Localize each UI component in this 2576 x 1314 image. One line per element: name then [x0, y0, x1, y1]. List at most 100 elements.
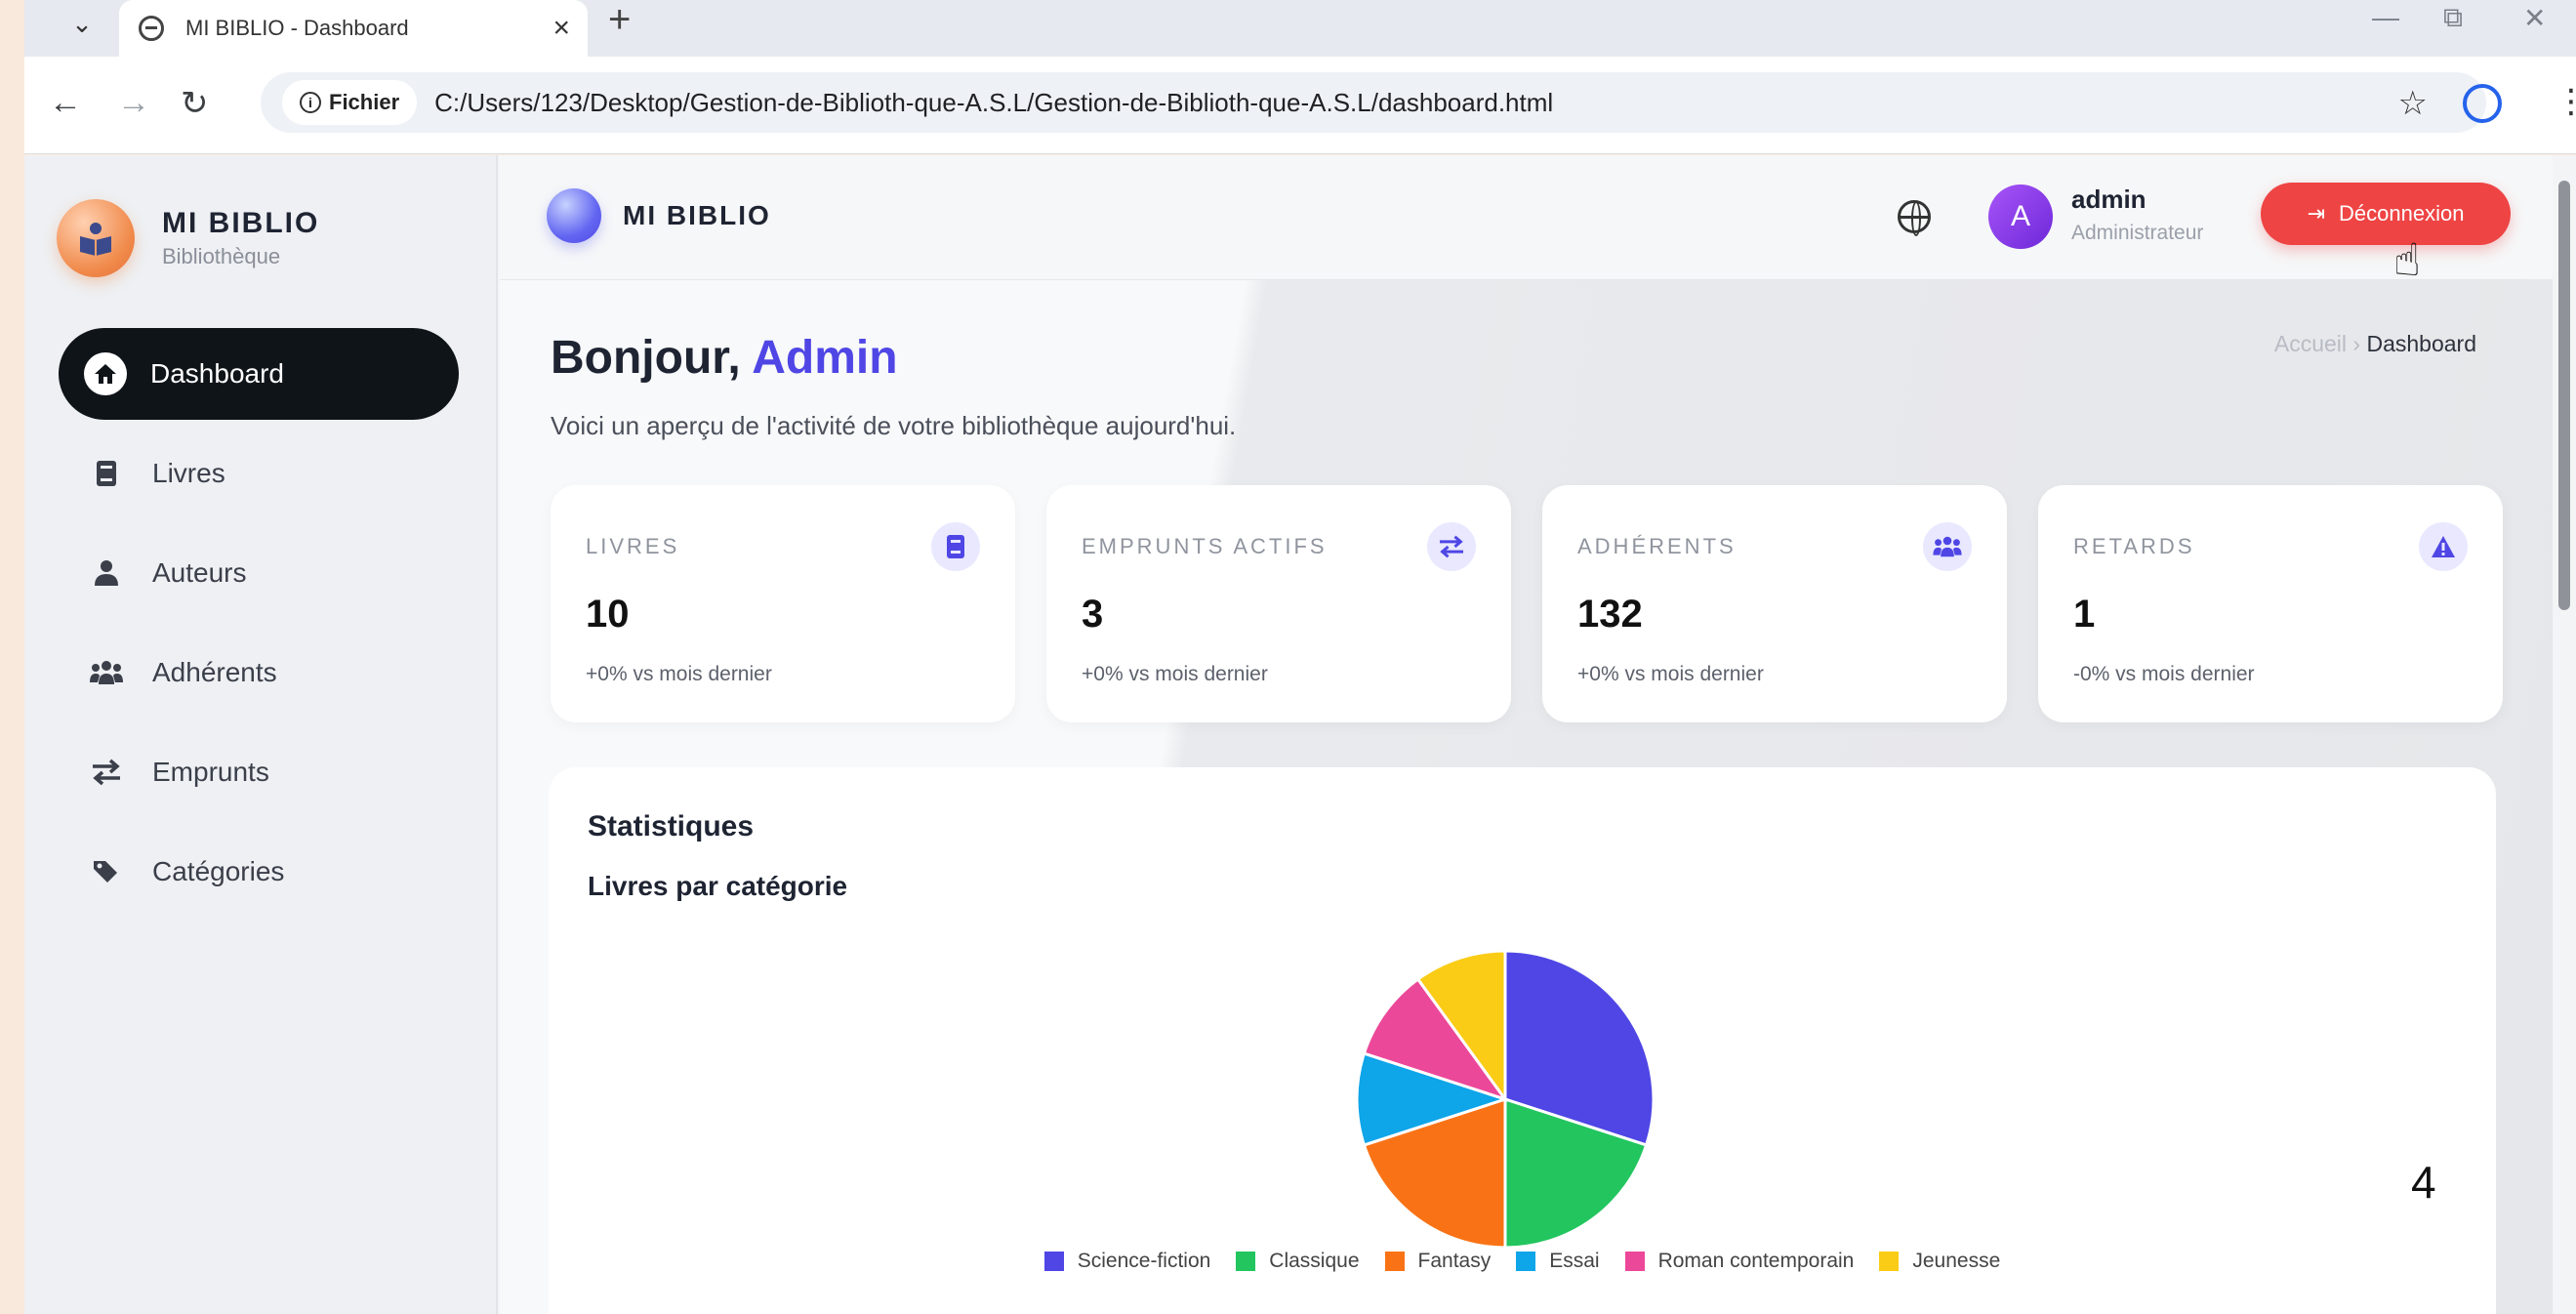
- stat-label: RETARDS: [2073, 534, 2195, 558]
- restore-icon[interactable]: ⧉: [2443, 2, 2463, 34]
- browser-tab[interactable]: MI BIBLIO - Dashboard ×: [119, 0, 588, 57]
- sidebar-item-auteurs[interactable]: Auteurs: [59, 527, 459, 619]
- page-title: Bonjour, Admin: [551, 331, 898, 385]
- brand-name: MI BIBLIO: [162, 207, 320, 239]
- breadcrumb: Accueil › Dashboard: [2274, 331, 2476, 357]
- main-content: MI BIBLIO A admin Administrateur ⇥ Décon…: [500, 155, 2553, 1314]
- stat-trend: +0% vs mois dernier: [1577, 663, 1764, 685]
- page-number: 4: [2411, 1157, 2436, 1208]
- sidebar-brand[interactable]: MI BIBLIO Bibliothèque: [57, 199, 319, 277]
- stat-trend: -0% vs mois dernier: [2073, 663, 2255, 685]
- avatar[interactable]: A: [1988, 185, 2053, 249]
- exchange-icon: [88, 754, 125, 791]
- legend-item[interactable]: Jeunesse: [1879, 1250, 2000, 1273]
- stat-value: 1: [2073, 593, 2096, 636]
- page-scrollbar[interactable]: [2553, 155, 2576, 1314]
- stat-trend: +0% vs mois dernier: [1082, 663, 1268, 685]
- legend-item[interactable]: Roman contemporain: [1624, 1250, 1855, 1273]
- exchange-icon: [1427, 522, 1476, 571]
- statistics-card: Statistiques Livres par catégorie Scienc…: [549, 767, 2496, 1314]
- category-pie-chart: [1355, 949, 1656, 1250]
- warning-icon: [2419, 522, 2468, 571]
- stat-value: 3: [1082, 593, 1104, 636]
- tab-list-chevron-icon[interactable]: ⌄: [57, 0, 107, 47]
- bookmark-star-icon[interactable]: ☆: [2398, 84, 2428, 123]
- legend-swatch: [1879, 1252, 1900, 1271]
- legend-label: Science-fiction: [1077, 1250, 1211, 1272]
- users-icon: [88, 654, 125, 691]
- legend-label: Classique: [1269, 1250, 1360, 1272]
- sidebar-item-livres[interactable]: Livres: [59, 428, 459, 519]
- logout-label: Déconnexion: [2339, 201, 2465, 226]
- sidebar-item-adherents[interactable]: Adhérents: [59, 627, 459, 719]
- legend-label: Roman contemporain: [1657, 1250, 1855, 1272]
- stat-card-emprunts[interactable]: EMPRUNTS ACTIFS 3 +0% vs mois dernier: [1046, 485, 1511, 722]
- stat-value: 132: [1577, 593, 1643, 636]
- breadcrumb-home[interactable]: Accueil: [2274, 331, 2347, 356]
- legend-item[interactable]: Classique: [1236, 1250, 1360, 1273]
- stat-card-livres[interactable]: LIVRES 10 +0% vs mois dernier: [551, 485, 1015, 722]
- minimize-icon[interactable]: —: [2372, 2, 2399, 33]
- legend-item[interactable]: Science-fiction: [1043, 1250, 1211, 1273]
- topbar: MI BIBLIO A admin Administrateur ⇥ Décon…: [500, 155, 2553, 285]
- window-close-icon[interactable]: ✕: [2523, 2, 2546, 34]
- back-arrow-icon[interactable]: ←: [49, 84, 82, 122]
- legend-swatch: [1236, 1252, 1256, 1271]
- chart-legend: Science-fiction Classique Fantasy Essai Roma…: [549, 1250, 2496, 1273]
- topbar-brand-name: MI BIBLIO: [623, 200, 771, 230]
- book-icon: [931, 522, 980, 571]
- legend-label: Fantasy: [1417, 1250, 1492, 1272]
- greeting-name: Admin: [752, 332, 898, 384]
- scrollbar-thumb[interactable]: [2558, 181, 2570, 610]
- legend-label: Jeunesse: [1912, 1250, 2001, 1272]
- book-icon: [88, 455, 125, 492]
- legend-item[interactable]: Essai: [1516, 1250, 1600, 1273]
- brand-orb-icon: [547, 188, 601, 243]
- breadcrumb-current: Dashboard: [2366, 331, 2476, 356]
- site-info-chip[interactable]: i Fichier: [282, 80, 418, 125]
- stat-value: 10: [586, 593, 630, 636]
- address-field[interactable]: i Fichier C:/Users/123/Desktop/Gestion-d…: [261, 72, 2486, 133]
- sidebar-item-emprunts[interactable]: Emprunts: [59, 726, 459, 818]
- url-text[interactable]: C:/Users/123/Desktop/Gestion-de-Biblioth…: [434, 88, 1553, 118]
- legend-swatch: [1516, 1252, 1536, 1271]
- logout-button[interactable]: ⇥ Déconnexion: [2261, 183, 2511, 245]
- profile-icon[interactable]: [2463, 84, 2502, 123]
- legend-swatch: [1043, 1252, 1064, 1271]
- sidebar-item-categories[interactable]: Catégories: [59, 826, 459, 918]
- legend-label: Essai: [1549, 1250, 1600, 1272]
- reload-icon[interactable]: ↻: [181, 84, 209, 123]
- page-subtitle: Voici un aperçu de l'activité de votre b…: [551, 411, 1237, 440]
- sidebar: MI BIBLIO Bibliothèque Dashboard Livres: [24, 155, 498, 1314]
- stat-card-retards[interactable]: RETARDS 1 -0% vs mois dernier: [2038, 485, 2503, 722]
- home-icon: [84, 352, 127, 395]
- greeting-prefix: Bonjour,: [551, 332, 741, 384]
- address-bar-row: ← → ↻ i Fichier C:/Users/123/Desktop/Ges…: [24, 57, 2576, 154]
- app-viewport: MI BIBLIO Bibliothèque Dashboard Livres: [24, 155, 2553, 1314]
- sidebar-item-label: Livres: [152, 458, 225, 488]
- legend-item[interactable]: Fantasy: [1384, 1250, 1492, 1273]
- tab-close-icon[interactable]: ×: [552, 12, 570, 45]
- hand-cursor-icon: ☝: [2393, 234, 2422, 285]
- stat-label: EMPRUNTS ACTIFS: [1082, 534, 1328, 558]
- sign-out-icon: ⇥: [2307, 201, 2325, 226]
- forward-arrow-icon[interactable]: →: [117, 84, 150, 122]
- tab-title: MI BIBLIO - Dashboard: [185, 16, 409, 40]
- tags-icon: [88, 853, 125, 890]
- sidebar-item-label: Dashboard: [150, 358, 284, 389]
- browser-menu-icon[interactable]: ⋮: [2555, 82, 2576, 121]
- sidebar-item-label: Catégories: [152, 856, 285, 886]
- topbar-brand[interactable]: MI BIBLIO: [547, 188, 771, 243]
- stat-card-adherents[interactable]: ADHÉRENTS 132 +0% vs mois dernier: [1542, 485, 2007, 722]
- stat-trend: +0% vs mois dernier: [586, 663, 772, 685]
- new-tab-button[interactable]: +: [608, 0, 631, 39]
- globe-favicon-icon: [139, 16, 164, 41]
- info-icon: i: [300, 92, 321, 113]
- sidebar-item-dashboard[interactable]: Dashboard: [59, 328, 459, 420]
- sidebar-item-label: Auteurs: [152, 557, 247, 588]
- legend-swatch: [1624, 1252, 1645, 1271]
- stat-label: ADHÉRENTS: [1577, 534, 1737, 558]
- stat-label: LIVRES: [586, 534, 680, 558]
- language-globe-icon[interactable]: [1898, 200, 1931, 236]
- chart-title: Livres par catégorie: [588, 871, 848, 901]
